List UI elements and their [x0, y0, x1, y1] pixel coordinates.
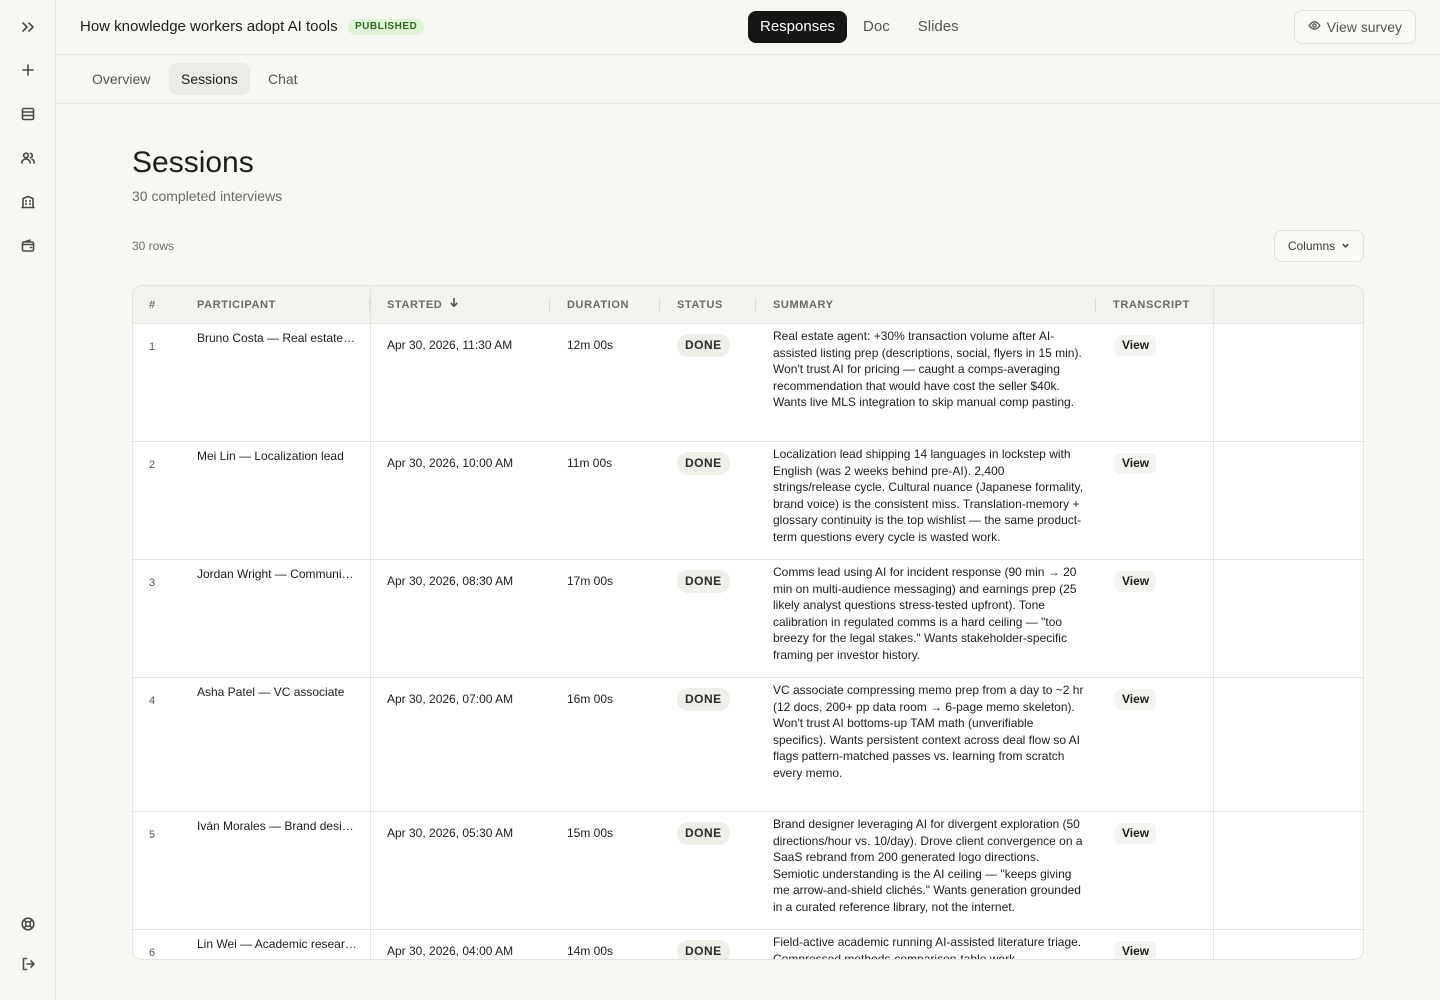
view-survey-button[interactable]: View survey — [1293, 10, 1416, 44]
view-transcript-button[interactable]: View — [1115, 941, 1157, 959]
view-survey-label: View survey — [1326, 19, 1402, 35]
started-cell: Apr 30, 2026, 04:00 AM — [387, 944, 514, 958]
top-bar: How knowledge workers adopt AI tools PUB… — [56, 0, 1440, 55]
summary-cell: Real estate agent: +30% transaction volu… — [773, 329, 1082, 409]
header-status[interactable]: STATUS — [677, 286, 723, 324]
row-number: 6 — [149, 947, 156, 959]
eye-icon — [1308, 19, 1321, 35]
column-resize-handle[interactable] — [755, 298, 756, 312]
participant-cell: Jordan Wright — Communications lead — [197, 567, 357, 581]
tab-overview[interactable]: Overview — [80, 63, 162, 95]
view-transcript-button[interactable]: View — [1115, 335, 1157, 356]
summary-cell: VC associate compressing memo prep from … — [773, 683, 1084, 780]
arrow-down-icon — [448, 286, 460, 324]
header-started-label: STARTED — [387, 299, 443, 311]
users-icon[interactable] — [14, 144, 42, 172]
header-number: # — [149, 299, 156, 311]
row-number: 2 — [149, 459, 156, 471]
table-row[interactable]: 6 Lin Wei — Academic researcher Apr 30, … — [133, 930, 1363, 960]
table-icon[interactable] — [14, 100, 42, 128]
duration-cell: 11m 00s — [567, 456, 613, 470]
sub-tabs: Overview Sessions Chat — [56, 55, 1440, 104]
column-resize-handle[interactable] — [1095, 298, 1096, 312]
help-icon[interactable] — [14, 910, 42, 938]
column-resize-handle[interactable] — [659, 298, 660, 312]
started-cell: Apr 30, 2026, 11:30 AM — [387, 338, 513, 352]
view-tab-responses[interactable]: Responses — [748, 11, 848, 43]
status-badge: DONE — [677, 940, 730, 959]
published-badge: PUBLISHED — [348, 19, 425, 35]
table-row[interactable]: 2 Mei Lin — Localization lead Apr 30, 20… — [133, 442, 1363, 560]
header-started[interactable]: STARTED — [387, 286, 460, 324]
table-row[interactable]: 3 Jordan Wright — Communications lead Ap… — [133, 560, 1363, 678]
view-transcript-button[interactable]: View — [1115, 823, 1157, 844]
participant-cell: Asha Patel — VC associate — [197, 685, 345, 699]
row-number: 1 — [149, 341, 156, 353]
header-transcript[interactable]: TRANSCRIPT — [1113, 286, 1190, 324]
page-title: Sessions — [132, 146, 254, 179]
view-transcript-button[interactable]: View — [1115, 571, 1157, 592]
table-row[interactable]: 1 Bruno Costa — Real estate agent Apr 30… — [133, 324, 1363, 442]
summary-cell: Localization lead shipping 14 languages … — [773, 447, 1083, 544]
started-cell: Apr 30, 2026, 05:30 AM — [387, 826, 514, 840]
column-divider — [370, 286, 371, 959]
table-row[interactable]: 5 Iván Morales — Brand designer Apr 30, … — [133, 812, 1363, 930]
building-icon[interactable] — [14, 188, 42, 216]
left-rail — [0, 0, 56, 1000]
row-number: 3 — [149, 577, 156, 589]
chevron-down-icon — [1341, 239, 1350, 253]
duration-cell: 12m 00s — [567, 338, 614, 352]
table-row[interactable]: 4 Asha Patel — VC associate Apr 30, 2026… — [133, 678, 1363, 812]
view-switcher: Responses Doc Slides — [748, 11, 971, 43]
expand-sidebar-icon[interactable] — [14, 13, 42, 41]
columns-button[interactable]: Columns — [1274, 230, 1364, 262]
duration-cell: 16m 00s — [567, 692, 614, 706]
row-number: 5 — [149, 829, 156, 841]
survey-title: How knowledge workers adopt AI tools — [80, 18, 338, 35]
columns-label: Columns — [1287, 239, 1336, 253]
column-resize-handle[interactable] — [549, 298, 550, 312]
column-divider — [1213, 286, 1214, 959]
view-transcript-button[interactable]: View — [1115, 453, 1157, 474]
status-badge: DONE — [677, 334, 730, 357]
sessions-table: # PARTICIPANT STARTED DURATION STATUS SU… — [132, 285, 1364, 960]
view-tab-slides[interactable]: Slides — [906, 11, 971, 43]
started-cell: Apr 30, 2026, 08:30 AM — [387, 574, 514, 588]
started-cell: Apr 30, 2026, 10:00 AM — [387, 456, 514, 470]
header-summary[interactable]: SUMMARY — [773, 286, 834, 324]
page-subtitle: 30 completed interviews — [132, 188, 283, 204]
row-count: 30 rows — [132, 239, 175, 253]
tab-chat[interactable]: Chat — [256, 63, 310, 95]
duration-cell: 14m 00s — [567, 944, 614, 958]
participant-cell: Lin Wei — Academic researcher — [197, 937, 357, 951]
view-transcript-button[interactable]: View — [1115, 689, 1157, 710]
row-number: 4 — [149, 695, 156, 707]
tab-sessions[interactable]: Sessions — [169, 63, 250, 95]
header-participant[interactable]: PARTICIPANT — [197, 286, 276, 324]
participant-cell: Bruno Costa — Real estate agent — [197, 331, 357, 345]
participant-cell: Iván Morales — Brand designer — [197, 819, 357, 833]
duration-cell: 17m 00s — [567, 574, 614, 588]
table-header: # PARTICIPANT STARTED DURATION STATUS SU… — [133, 286, 1363, 324]
wallet-icon[interactable] — [14, 232, 42, 260]
view-tab-doc[interactable]: Doc — [851, 11, 902, 43]
summary-cell: Comms lead using AI for incident respons… — [773, 565, 1077, 662]
plus-icon[interactable] — [14, 56, 42, 84]
participant-cell: Mei Lin — Localization lead — [197, 449, 344, 463]
started-cell: Apr 30, 2026, 07:00 AM — [387, 692, 514, 706]
duration-cell: 15m 00s — [567, 826, 614, 840]
summary-cell: Field-active academic running AI-assiste… — [773, 935, 1082, 960]
status-badge: DONE — [677, 688, 730, 711]
status-badge: DONE — [677, 570, 730, 593]
summary-cell: Brand designer leveraging AI for diverge… — [773, 817, 1083, 914]
logout-icon[interactable] — [14, 950, 42, 978]
status-badge: DONE — [677, 452, 730, 475]
status-badge: DONE — [677, 822, 730, 845]
header-duration[interactable]: DURATION — [567, 286, 629, 324]
